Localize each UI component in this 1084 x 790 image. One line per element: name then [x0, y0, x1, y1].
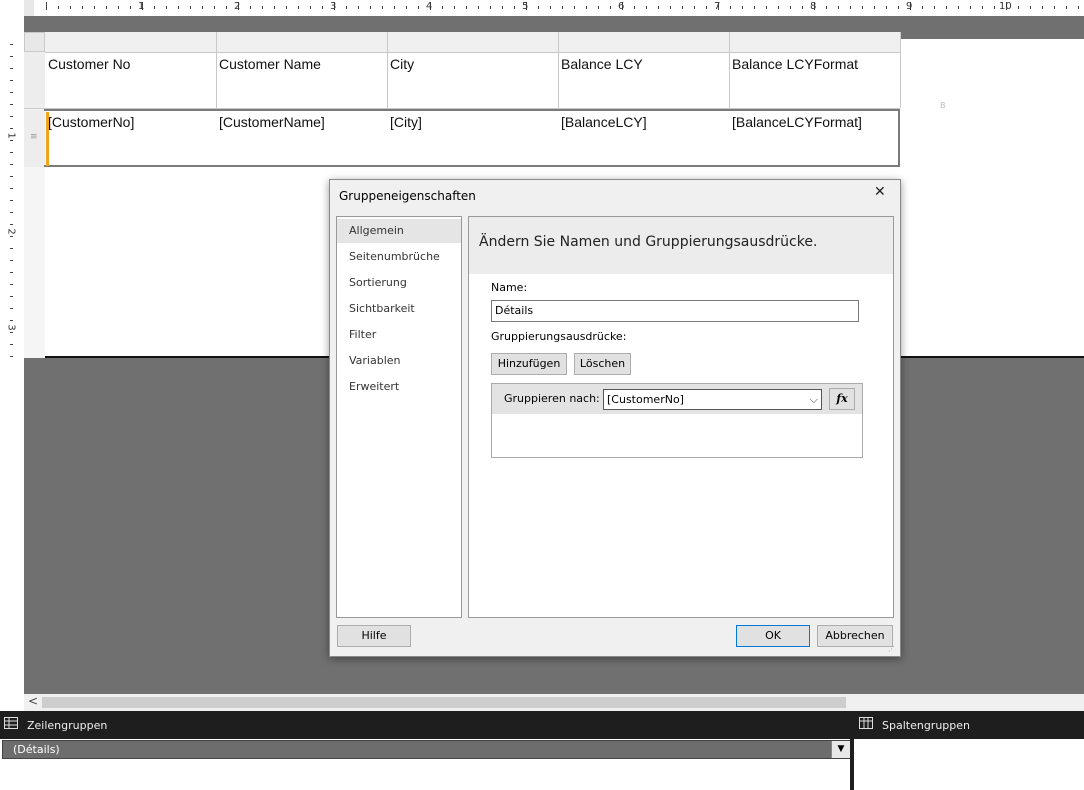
- add-button[interactable]: Hinzufügen: [491, 353, 567, 375]
- vertical-ruler: 1 2 3: [3, 40, 19, 358]
- field-cell-city[interactable]: [City]: [390, 114, 422, 130]
- chevron-down-icon[interactable]: ⌵: [810, 390, 818, 409]
- dialog-title: Gruppeneigenschaften: [339, 189, 476, 203]
- column-divider: [558, 32, 559, 108]
- close-icon[interactable]: ✕: [874, 184, 886, 200]
- nav-item-sichtbarkeit[interactable]: Sichtbarkeit: [337, 297, 461, 321]
- group-expressions-grid: Gruppieren nach: [CustomerNo] ⌵ fx: [491, 383, 863, 458]
- group-by-value: [CustomerNo]: [607, 393, 684, 406]
- group-properties-dialog: Gruppeneigenschaften ✕ Allgemein Seitenu…: [329, 179, 901, 657]
- ruler-number: 8: [810, 1, 817, 12]
- ruler-number: 10: [999, 1, 1012, 12]
- scroll-left-arrow[interactable]: <: [28, 694, 38, 708]
- row-groups-title: Zeilengruppen: [27, 719, 108, 732]
- row-groups-panel: (Détails) ▼: [0, 739, 852, 790]
- column-divider: [900, 32, 901, 108]
- group-by-combobox[interactable]: [CustomerNo] ⌵: [603, 389, 822, 410]
- row-handle-details[interactable]: ≡: [24, 110, 45, 167]
- ruler-number: 3: [330, 1, 337, 12]
- ruler-number: 9: [906, 1, 913, 12]
- ruler-number: 1: [138, 1, 145, 12]
- nav-item-allgemein[interactable]: Allgemein: [337, 219, 461, 243]
- ruler-number: 7: [714, 1, 721, 12]
- row-handle-header[interactable]: [24, 52, 45, 109]
- ruler-number: 2: [5, 228, 17, 235]
- group-expressions-label: Gruppierungsausdrücke:: [491, 330, 627, 343]
- expression-fx-button[interactable]: fx: [829, 388, 855, 410]
- chevron-down-icon[interactable]: ▼: [831, 741, 850, 758]
- row-groups-icon: [4, 717, 18, 729]
- header-cell-customer-name[interactable]: Customer Name: [219, 56, 321, 72]
- ruler-corner: [24, 0, 34, 16]
- ruler-number: 2: [234, 1, 241, 12]
- field-cell-customer-no[interactable]: [CustomerNo]: [48, 114, 134, 130]
- horizontal-ruler: 1 2 3 4 5 6 7 8 9 10: [34, 0, 1084, 17]
- nav-item-sortierung[interactable]: Sortierung: [337, 271, 461, 295]
- name-input[interactable]: Détails: [491, 300, 859, 322]
- delete-button[interactable]: Löschen: [574, 353, 631, 375]
- panel-heading: Ändern Sie Namen und Gruppierungsausdrüc…: [479, 234, 818, 250]
- panel-header: Ändern Sie Namen und Gruppierungsausdrüc…: [469, 217, 893, 274]
- field-cell-balance-lcy[interactable]: [BalanceLCY]: [561, 114, 647, 130]
- column-divider: [729, 32, 730, 108]
- header-cell-city[interactable]: City: [390, 56, 414, 72]
- group-lines-icon: ≡: [30, 132, 38, 142]
- row-group-label: (Détails): [13, 743, 60, 756]
- column-groups-title: Spaltengruppen: [882, 719, 970, 732]
- ok-button[interactable]: OK: [736, 625, 810, 647]
- nav-item-erweitert[interactable]: Erweitert: [337, 375, 461, 399]
- ruler-number: 5: [522, 1, 529, 12]
- tablix-corner-handle[interactable]: [24, 32, 45, 52]
- properties-nav: Allgemein Seitenumbrüche Sortierung Sich…: [336, 216, 462, 618]
- grouping-pane-header: Zeilengruppen Spaltengruppen: [0, 711, 1084, 739]
- ruler-number: 3: [5, 324, 17, 331]
- group-by-label: Gruppieren nach:: [504, 392, 600, 405]
- nav-item-variablen[interactable]: Variablen: [337, 349, 461, 373]
- column-divider: [216, 32, 217, 108]
- nav-item-seitenumbrueche[interactable]: Seitenumbrüche: [337, 245, 461, 269]
- properties-panel: Ändern Sie Namen und Gruppierungsausdrüc…: [468, 216, 894, 618]
- header-cell-balance-lcy-format[interactable]: Balance LCYFormat: [732, 56, 858, 72]
- ruler-number: 1: [5, 132, 17, 139]
- scrollbar-thumb[interactable]: [42, 697, 846, 708]
- cancel-button[interactable]: Abbrechen: [817, 625, 893, 647]
- column-groups-panel: [854, 739, 1084, 790]
- resize-grip-icon[interactable]: ⋰: [888, 645, 895, 653]
- page-marker: B: [940, 101, 946, 110]
- ruler-number: 6: [618, 1, 625, 12]
- field-cell-balance-lcy-format[interactable]: [BalanceLCYFormat]: [732, 114, 862, 130]
- tablix-column-handles[interactable]: [45, 32, 900, 53]
- name-label: Name:: [491, 281, 528, 294]
- ruler-number: 4: [426, 1, 433, 12]
- column-divider: [387, 32, 388, 108]
- group-expression-row: Gruppieren nach: [CustomerNo] ⌵ fx: [492, 384, 862, 414]
- column-groups-icon: [859, 717, 873, 729]
- vruler-ticks: [10, 44, 13, 357]
- field-cell-customer-name[interactable]: [CustomerName]: [219, 114, 325, 130]
- row-group-item[interactable]: (Détails) ▼: [2, 740, 850, 759]
- help-button[interactable]: Hilfe: [337, 625, 411, 647]
- ruler-ticks: [46, 2, 1079, 10]
- header-cell-customer-no[interactable]: Customer No: [48, 56, 130, 72]
- header-cell-balance-lcy[interactable]: Balance LCY: [561, 56, 643, 72]
- nav-item-filter[interactable]: Filter: [337, 323, 461, 347]
- horizontal-scrollbar[interactable]: <: [24, 694, 1084, 711]
